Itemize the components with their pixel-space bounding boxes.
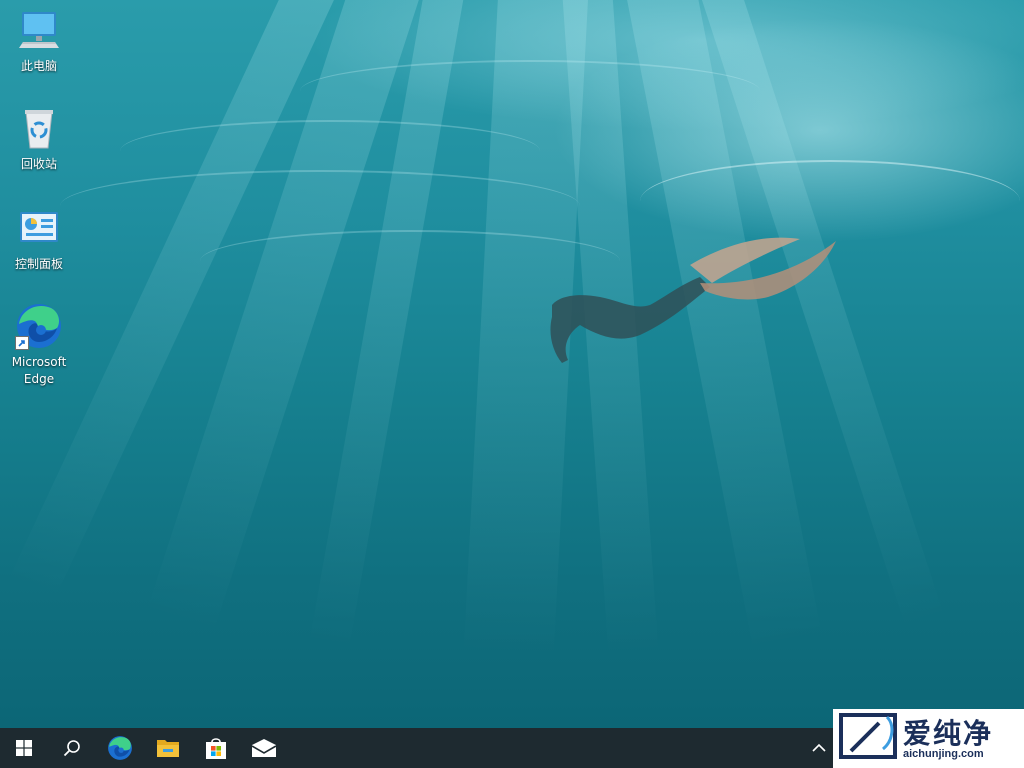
desktop-icon-this-pc[interactable]: 此电脑 [2, 6, 76, 75]
watermark-brand: 爱纯净 [903, 717, 994, 750]
watermark-logo: 爱纯净 aichunjing.com [833, 709, 1024, 768]
start-button[interactable] [0, 728, 48, 768]
water-ripple [60, 170, 580, 242]
desktop-icon-label: 此电脑 [20, 59, 57, 73]
desktop-icon-control-panel[interactable]: 控制面板 [2, 204, 76, 273]
windows-logo-icon [16, 740, 32, 756]
shortcut-arrow-icon [15, 336, 29, 350]
folder-icon [157, 740, 179, 757]
edge-taskbar-button[interactable] [96, 728, 144, 768]
chevron-up-icon [812, 743, 826, 752]
store-icon [206, 738, 226, 759]
desktop-wallpaper[interactable]: 此电脑 回收站 控制面板 Microsoft Edge [0, 0, 1024, 728]
swimmer-silhouette [550, 237, 836, 363]
recycle-bin-icon [15, 104, 63, 152]
desktop-icon-label: 回收站 [20, 157, 57, 171]
mail-button[interactable] [240, 728, 288, 768]
mail-icon [251, 739, 277, 757]
search-icon [63, 740, 80, 757]
control-panel-icon [15, 204, 63, 252]
watermark-mark-icon [839, 713, 897, 759]
desktop-icon-recycle-bin[interactable]: 回收站 [2, 104, 76, 173]
file-explorer-button[interactable] [144, 728, 192, 768]
desktop-icon-label: Microsoft Edge [11, 355, 67, 386]
desktop-icon-label: 控制面板 [14, 257, 63, 271]
search-button[interactable] [48, 728, 96, 768]
desktop-icon-microsoft-edge[interactable]: Microsoft Edge [2, 302, 76, 388]
watermark-url: aichunjing.com [903, 748, 984, 760]
microsoft-store-button[interactable] [192, 728, 240, 768]
tray-chevron-button[interactable] [804, 728, 834, 768]
computer-icon [15, 6, 63, 54]
edge-icon [15, 302, 63, 350]
edge-icon [108, 736, 132, 760]
water-ripple [300, 60, 760, 122]
